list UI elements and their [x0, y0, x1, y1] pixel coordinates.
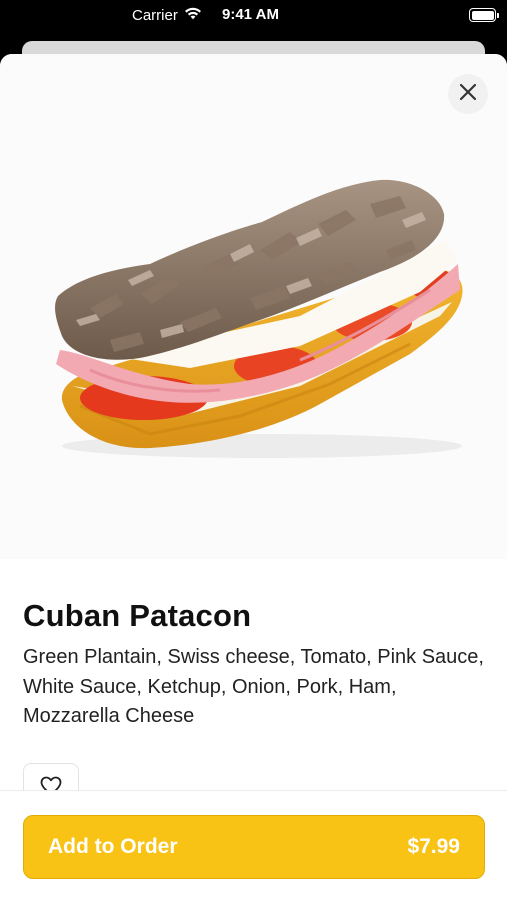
close-button[interactable] [448, 74, 488, 114]
wifi-icon [184, 6, 202, 24]
add-to-order-label: Add to Order [48, 835, 178, 858]
sandwich-photo [55, 179, 463, 458]
price-label: $7.99 [407, 835, 460, 858]
carrier-label: Carrier [132, 6, 178, 24]
bottom-action-bar: Add to Order $7.99 [0, 790, 507, 900]
status-carrier-group: Carrier [132, 6, 202, 24]
add-to-order-button[interactable]: Add to Order $7.99 [23, 815, 485, 879]
product-title: Cuban Patacon [23, 598, 252, 633]
battery-icon [469, 8, 499, 22]
product-sheet: Cuban Patacon Green Plantain, Swiss chee… [0, 54, 507, 900]
close-icon [458, 82, 478, 107]
status-bar: Carrier 9:41 AM [0, 0, 507, 32]
product-description: Green Plantain, Swiss cheese, Tomato, Pi… [23, 646, 484, 727]
status-time: 9:41 AM [222, 6, 279, 23]
product-image [0, 54, 507, 559]
screen: Carrier 9:41 AM Cuban Patacon Green Plan… [0, 0, 507, 900]
